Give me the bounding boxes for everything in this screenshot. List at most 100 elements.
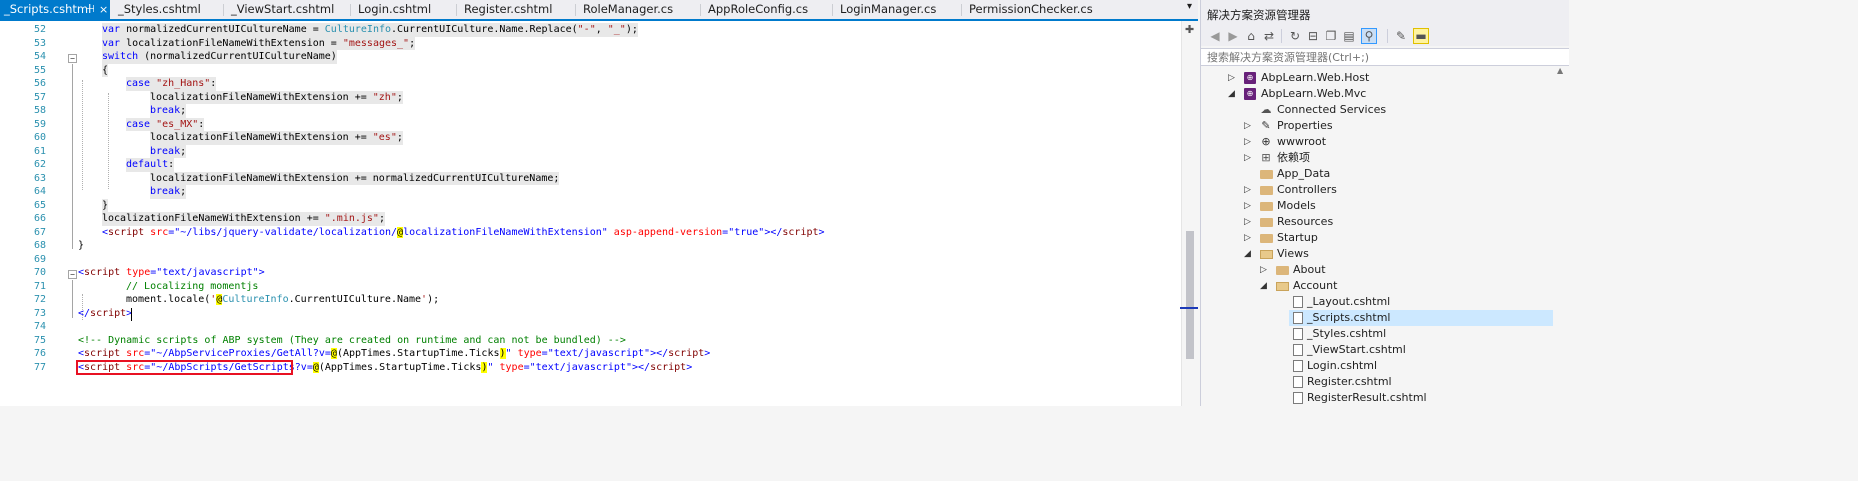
code-line-59: case "es_MX":	[126, 117, 205, 131]
solution-search-input[interactable]	[1207, 49, 1547, 65]
collapse-icon[interactable]: −	[68, 54, 77, 63]
tab-overflow-icon[interactable]: ▾	[1187, 1, 1192, 12]
expand-arrow-icon[interactable]: ▷	[1244, 230, 1254, 246]
expand-arrow-icon[interactable]: ▷	[1244, 118, 1254, 134]
tree-item-label: Properties	[1277, 119, 1333, 132]
expand-arrow-icon[interactable]: ▷	[1228, 70, 1238, 86]
tree-item-login-cshtml[interactable]: Login.cshtml	[1201, 358, 1553, 374]
tree-item-styles-cshtml[interactable]: _Styles.cshtml	[1201, 326, 1553, 342]
tree-item-models[interactable]: ▷ Models	[1201, 198, 1553, 214]
tab-rolemanager-cs[interactable]: RoleManager.cs	[579, 0, 673, 19]
pin-icon[interactable]: ⊣	[86, 0, 95, 19]
solution-search-bar[interactable]	[1201, 48, 1569, 66]
collapse-arrow-icon[interactable]: ◢	[1244, 246, 1254, 262]
sync-icon[interactable]: ⇄	[1261, 28, 1277, 44]
code-line-52: var normalizedCurrentUICultureName = Cul…	[102, 23, 638, 37]
expand-arrow-icon[interactable]: ▷	[1244, 182, 1254, 198]
tree-item-connected-services[interactable]: ☁ Connected Services	[1201, 102, 1553, 118]
code-editor[interactable]: 52 53 54 55 56 57 58 59 60 61 62 63 64 6…	[0, 21, 1181, 406]
line-number: 77	[33, 361, 46, 373]
tree-item-viewstart-cshtml[interactable]: _ViewStart.cshtml	[1201, 342, 1553, 358]
tab-login-cshtml[interactable]: Login.cshtml	[354, 0, 431, 19]
tree-item-wwwroot[interactable]: ▷ ⊕ wwwroot	[1201, 134, 1553, 150]
show-all-icon[interactable]: ❐	[1323, 28, 1339, 44]
tab-approleconfig-cs[interactable]: AppRoleConfig.cs	[704, 0, 808, 19]
annotation-highlight-box	[76, 360, 293, 375]
code-line-54: switch (normalizedCurrentUICultureName)	[102, 50, 337, 64]
scrollbar-thumb[interactable]	[1186, 231, 1194, 359]
home-icon[interactable]: ⌂	[1243, 28, 1259, 44]
line-number: 56	[33, 78, 46, 89]
expand-arrow-icon[interactable]: ▷	[1244, 214, 1254, 230]
scroll-up-icon[interactable]: ▲	[1557, 66, 1563, 75]
line-number: 63	[33, 172, 46, 184]
split-icon[interactable]: ✚	[1185, 23, 1194, 36]
toolbar-separator	[1387, 29, 1388, 43]
razor-file-icon	[1293, 312, 1303, 324]
tree-item-controllers[interactable]: ▷ Controllers	[1201, 182, 1553, 198]
tab-separator	[832, 4, 833, 16]
tree-item-label: _Scripts.cshtml	[1307, 311, 1391, 324]
connected-services-icon: ☁	[1260, 103, 1272, 116]
document-tab-strip: _Scripts.cshtml ⊣ × _Styles.cshtml _View…	[0, 0, 1198, 21]
expand-arrow-icon[interactable]: ▷	[1244, 198, 1254, 214]
line-number: 74	[33, 321, 46, 332]
tab-register-cshtml[interactable]: Register.cshtml	[460, 0, 552, 19]
preview-icon[interactable]: ▬	[1413, 28, 1429, 44]
folder-icon	[1260, 186, 1273, 195]
project-icon: ⊕	[1244, 72, 1256, 84]
tree-item-label: Resources	[1277, 215, 1334, 228]
tab-scripts-cshtml[interactable]: _Scripts.cshtml ⊣ ×	[0, 0, 110, 19]
tab-viewstart-cshtml[interactable]: _ViewStart.cshtml	[227, 0, 334, 19]
expand-arrow-icon[interactable]: ▷	[1244, 134, 1254, 150]
tree-item-startup[interactable]: ▷ Startup	[1201, 230, 1553, 246]
line-number: 69	[33, 253, 46, 265]
editor-vertical-scrollbar[interactable]: ✚	[1181, 21, 1198, 406]
forward-icon[interactable]: ▶	[1225, 28, 1241, 44]
filter-icon[interactable]: ⚲	[1361, 28, 1377, 44]
file-view-icon[interactable]: ▤	[1341, 28, 1357, 44]
text-caret	[131, 308, 132, 321]
tab-label: _ViewStart.cshtml	[231, 2, 335, 16]
tree-item-views[interactable]: ◢ Views	[1201, 246, 1553, 262]
collapse-arrow-icon[interactable]: ◢	[1260, 278, 1270, 294]
tree-item-resources[interactable]: ▷ Resources	[1201, 214, 1553, 230]
close-icon[interactable]: ×	[99, 0, 108, 19]
tab-permissionchecker-cs[interactable]: PermissionChecker.cs	[965, 0, 1093, 19]
code-line-75: <!-- Dynamic scripts of ABP system (They…	[78, 334, 626, 346]
collapse-arrow-icon[interactable]: ◢	[1228, 86, 1238, 102]
tree-item-app-data[interactable]: App_Data	[1201, 166, 1553, 182]
tab-label: Register.cshtml	[464, 2, 553, 16]
tree-item-layout-cshtml[interactable]: _Layout.cshtml	[1201, 294, 1553, 310]
history-icon[interactable]: ↻	[1287, 28, 1303, 44]
tree-item-scripts-cshtml[interactable]: _Scripts.cshtml	[1289, 310, 1553, 326]
tab-label: _Styles.cshtml	[118, 2, 201, 16]
code-line-76: <script src="~/AbpServiceProxies/GetAll?…	[78, 348, 711, 359]
line-number: 59	[33, 118, 46, 130]
collapse-icon[interactable]: −	[68, 270, 77, 279]
editor-pane: _Scripts.cshtml ⊣ × _Styles.cshtml _View…	[0, 0, 1198, 406]
tree-item-about[interactable]: ▷ About	[1201, 262, 1553, 278]
tab-separator	[350, 4, 351, 16]
line-number: 54	[33, 51, 46, 62]
code-line-58: break;	[150, 104, 187, 118]
collapse-icon[interactable]: ⊟	[1305, 28, 1321, 44]
tab-separator	[223, 4, 224, 16]
expand-arrow-icon[interactable]: ▷	[1260, 262, 1270, 278]
solution-explorer-scrollbar[interactable]: ▲	[1553, 66, 1569, 406]
tab-loginmanager-cs[interactable]: LoginManager.cs	[836, 0, 936, 19]
tree-item-register-cshtml[interactable]: Register.cshtml	[1201, 374, 1553, 390]
tree-item-abplearn-web-host[interactable]: ▷ ⊕ AbpLearn.Web.Host	[1201, 70, 1553, 86]
expand-arrow-icon[interactable]: ▷	[1244, 150, 1254, 166]
tab-styles-cshtml[interactable]: _Styles.cshtml	[114, 0, 201, 19]
tree-item-abplearn-web-mvc[interactable]: ◢ ⊕ AbpLearn.Web.Mvc	[1201, 86, 1553, 102]
back-icon[interactable]: ◀	[1207, 28, 1223, 44]
tree-item-dependencies[interactable]: ▷ ⊞ 依赖项	[1201, 150, 1553, 166]
tree-item-account[interactable]: ◢ Account	[1201, 278, 1553, 294]
project-icon: ⊕	[1244, 88, 1256, 100]
tree-item-properties[interactable]: ▷ ✎ Properties	[1201, 118, 1553, 134]
tree-item-registerresult-cshtml[interactable]: RegisterResult.cshtml	[1201, 390, 1553, 406]
folder-icon	[1276, 266, 1289, 275]
line-number: 65	[33, 199, 46, 211]
properties-icon[interactable]: ✎	[1393, 28, 1409, 44]
